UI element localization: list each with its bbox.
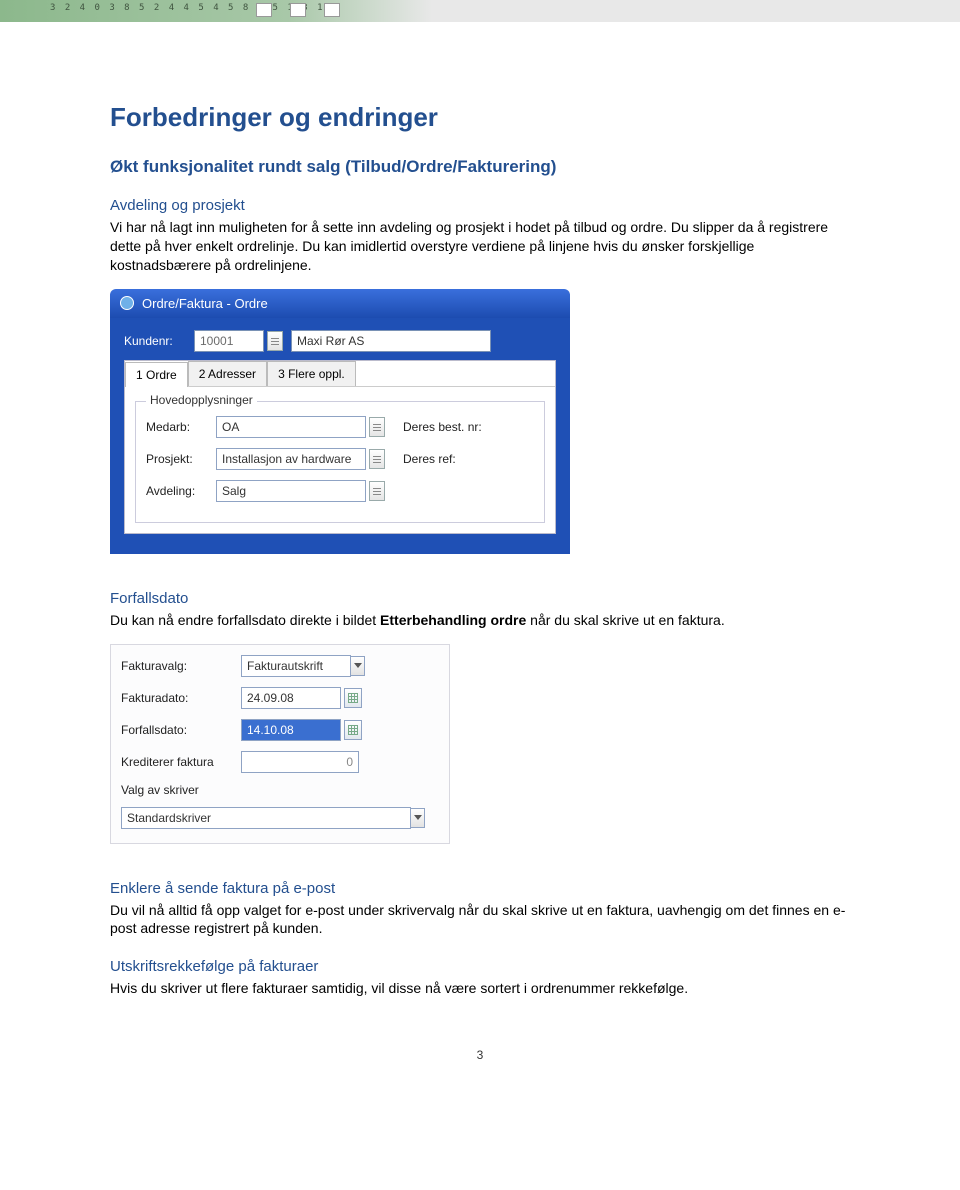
krediterer-input[interactable] bbox=[241, 751, 359, 773]
screenshot-faktura-settings: Fakturavalg: Fakturadato: Forfallsdato: … bbox=[110, 644, 450, 844]
fakturavalg-select[interactable] bbox=[241, 655, 351, 677]
fakturavalg-label: Fakturavalg: bbox=[121, 659, 241, 673]
forfall-body-bold: Etterbehandling ordre bbox=[380, 612, 526, 628]
fieldset-legend: Hovedopplysninger bbox=[146, 393, 257, 407]
banner-icons bbox=[256, 3, 340, 17]
kundenr-input[interactable] bbox=[194, 330, 264, 352]
lookup-icon[interactable] bbox=[369, 449, 385, 469]
screenshot-ordre-faktura: Ordre/Faktura - Ordre Kundenr: 1 Ordre 2… bbox=[110, 289, 570, 554]
lookup-icon[interactable] bbox=[267, 331, 283, 351]
prosjekt-label: Prosjekt: bbox=[146, 452, 216, 466]
forfallsdato-label: Forfallsdato: bbox=[121, 723, 241, 737]
section-forfall-body: Du kan nå endre forfallsdato direkte i b… bbox=[110, 611, 850, 630]
section-utskrift-body: Hvis du skriver ut flere fakturaer samti… bbox=[110, 979, 850, 998]
page-number: 3 bbox=[110, 1048, 850, 1062]
window-title: Ordre/Faktura - Ordre bbox=[142, 296, 268, 311]
krediterer-label: Krediterer faktura bbox=[121, 755, 241, 769]
content: Forbedringer og endringer Økt funksjonal… bbox=[0, 22, 960, 1102]
calendar-icon[interactable] bbox=[344, 688, 362, 708]
tab-flere-oppl[interactable]: 3 Flere oppl. bbox=[267, 361, 356, 386]
tabs: 1 Ordre 2 Adresser 3 Flere oppl. bbox=[125, 361, 555, 387]
banner-icon-1 bbox=[256, 3, 272, 17]
forfall-body-post: når du skal skrive ut en faktura. bbox=[526, 612, 724, 628]
medarb-label: Medarb: bbox=[146, 420, 216, 434]
tab-ordre[interactable]: 1 Ordre bbox=[125, 362, 188, 387]
dropdown-icon[interactable] bbox=[411, 808, 425, 828]
fieldset-hovedopplysninger: Hovedopplysninger Medarb: Deres best. nr… bbox=[135, 401, 545, 523]
inner-panel: 1 Ordre 2 Adresser 3 Flere oppl. Hovedop… bbox=[124, 360, 556, 534]
deres-best-label: Deres best. nr: bbox=[403, 420, 482, 434]
avdeling-label: Avdeling: bbox=[146, 484, 216, 498]
fakturadato-input[interactable] bbox=[241, 687, 341, 709]
window-titlebar: Ordre/Faktura - Ordre bbox=[110, 289, 570, 318]
globe-icon bbox=[120, 296, 134, 310]
deres-ref-label: Deres ref: bbox=[403, 452, 456, 466]
forfallsdato-input[interactable] bbox=[241, 719, 341, 741]
kundenavn-input[interactable] bbox=[291, 330, 491, 352]
section-utskrift-title: Utskriftsrekkefølge på fakturaer bbox=[110, 958, 850, 975]
dropdown-icon[interactable] bbox=[351, 656, 365, 676]
heading-sub: Økt funksjonalitet rundt salg (Tilbud/Or… bbox=[110, 157, 850, 177]
lookup-icon[interactable] bbox=[369, 417, 385, 437]
section-epost-title: Enklere å sende faktura på e-post bbox=[110, 880, 850, 897]
section-forfall-title: Forfallsdato bbox=[110, 590, 850, 607]
blue-panel: Kundenr: 1 Ordre 2 Adresser 3 Flere oppl… bbox=[110, 318, 570, 554]
heading-main: Forbedringer og endringer bbox=[110, 102, 850, 133]
calendar-icon[interactable] bbox=[344, 720, 362, 740]
lookup-icon[interactable] bbox=[369, 481, 385, 501]
fakturadato-label: Fakturadato: bbox=[121, 691, 241, 705]
prosjekt-input[interactable] bbox=[216, 448, 366, 470]
banner-icon-2 bbox=[290, 3, 306, 17]
top-banner: 3 2 4 0 3 8 5 2 4 4 5 4 5 8 8 5 1 3 1 5 bbox=[0, 0, 960, 22]
avdeling-input[interactable] bbox=[216, 480, 366, 502]
kundenr-label: Kundenr: bbox=[124, 334, 194, 348]
section-avdeling-title: Avdeling og prosjekt bbox=[110, 197, 850, 214]
forfall-body-pre: Du kan nå endre forfallsdato direkte i b… bbox=[110, 612, 380, 628]
skriver-select[interactable] bbox=[121, 807, 411, 829]
tab-adresser[interactable]: 2 Adresser bbox=[188, 361, 267, 386]
valgskriver-label: Valg av skriver bbox=[121, 783, 241, 797]
banner-icon-3 bbox=[324, 3, 340, 17]
section-avdeling-body: Vi har nå lagt inn muligheten for å sett… bbox=[110, 218, 850, 275]
section-epost-body: Du vil nå alltid få opp valget for e-pos… bbox=[110, 901, 850, 939]
medarb-input[interactable] bbox=[216, 416, 366, 438]
